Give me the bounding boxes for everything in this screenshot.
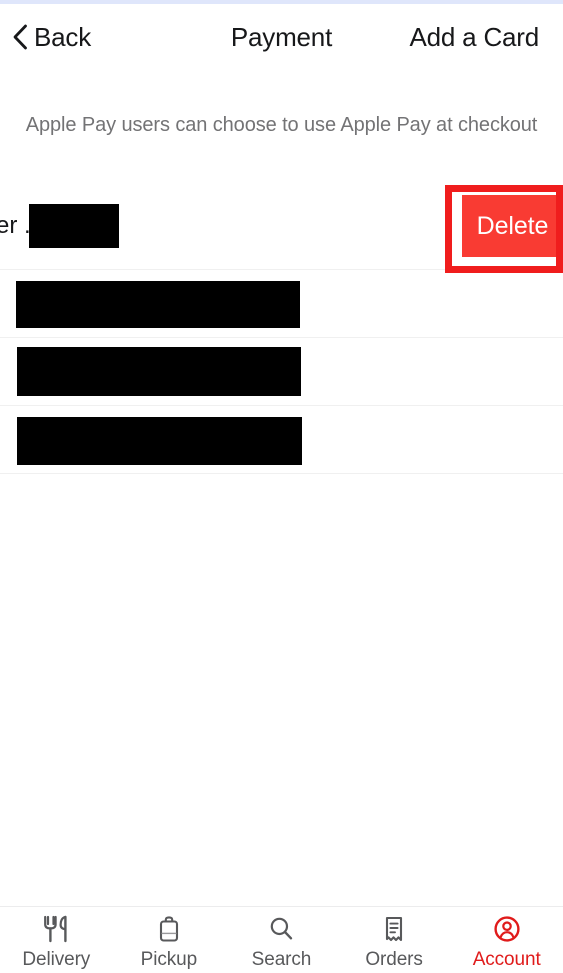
payment-method-list: er .. Delete (0, 182, 563, 474)
redaction-block (17, 417, 302, 465)
tab-orders[interactable]: Orders (338, 914, 450, 971)
navigation-header: Back Payment Add a Card (0, 4, 563, 70)
tab-delivery[interactable]: Delivery (0, 914, 112, 971)
tab-pickup[interactable]: Pickup (113, 914, 225, 971)
table-row[interactable] (0, 270, 563, 338)
cutlery-icon (42, 914, 70, 944)
apple-pay-note: Apple Pay users can choose to use Apple … (25, 114, 538, 136)
tab-label-account: Account (472, 949, 541, 970)
redaction-block (29, 204, 119, 248)
tab-label-orders: Orders (365, 949, 423, 970)
redaction-block (17, 347, 301, 396)
tab-label-pickup: Pickup (140, 949, 198, 970)
redaction-block (16, 281, 300, 328)
table-row[interactable]: er .. Delete (0, 182, 563, 270)
search-icon (267, 914, 295, 944)
table-row[interactable] (0, 406, 563, 474)
receipt-icon (380, 914, 408, 944)
tab-search[interactable]: Search (225, 914, 337, 971)
bottom-tab-bar: Delivery Pickup Search Orders Account (0, 906, 563, 973)
tab-label-search: Search (251, 949, 312, 970)
delete-button[interactable]: Delete (462, 195, 563, 257)
account-circle-icon (492, 914, 522, 944)
tab-account[interactable]: Account (451, 914, 563, 971)
tab-label-delivery: Delivery (22, 949, 91, 970)
payment-screen: Back Payment Add a Card Apple Pay users … (0, 0, 563, 973)
shopping-bag-icon (155, 914, 183, 944)
table-row[interactable] (0, 338, 563, 406)
add-a-card-button[interactable]: Add a Card (409, 22, 539, 53)
